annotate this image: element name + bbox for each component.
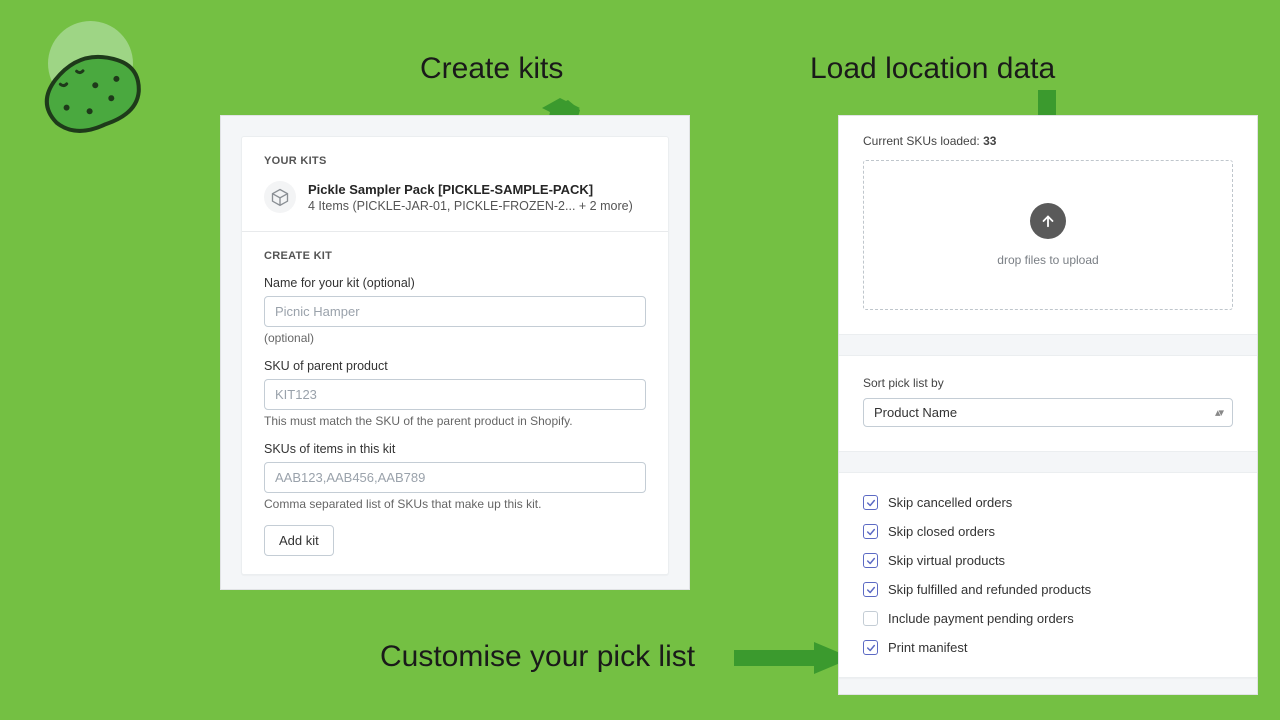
package-icon bbox=[264, 181, 296, 213]
add-kit-button[interactable]: Add kit bbox=[264, 525, 334, 556]
parent-sku-help: This must match the SKU of the parent pr… bbox=[264, 414, 646, 428]
option-row: Print manifest bbox=[863, 640, 1233, 655]
callout-create-kits: Create kits bbox=[420, 52, 563, 86]
item-skus-label: SKUs of items in this kit bbox=[264, 442, 646, 456]
sort-select[interactable]: Product Name ▴▾ bbox=[863, 398, 1233, 427]
kit-name-label: Name for your kit (optional) bbox=[264, 276, 646, 290]
callout-customise: Customise your pick list bbox=[380, 640, 695, 674]
option-label: Print manifest bbox=[888, 640, 967, 655]
kit-row[interactable]: Pickle Sampler Pack [PICKLE-SAMPLE-PACK]… bbox=[264, 181, 646, 213]
checkbox[interactable] bbox=[863, 640, 878, 655]
app-logo bbox=[20, 25, 150, 140]
option-label: Skip fulfilled and refunded products bbox=[888, 582, 1091, 597]
dropzone-text: drop files to upload bbox=[997, 253, 1098, 267]
kit-name-help: (optional) bbox=[264, 331, 646, 345]
checkbox[interactable] bbox=[863, 582, 878, 597]
item-skus-help: Comma separated list of SKUs that make u… bbox=[264, 497, 646, 511]
sort-card: Sort pick list by Product Name ▴▾ bbox=[839, 355, 1257, 452]
checkbox[interactable] bbox=[863, 611, 878, 626]
checkbox[interactable] bbox=[863, 524, 878, 539]
your-kits-heading: YOUR KITS bbox=[264, 155, 646, 167]
sort-label: Sort pick list by bbox=[863, 376, 1233, 390]
upload-card: Current SKUs loaded: 33 drop files to up… bbox=[839, 116, 1257, 335]
option-row: Skip cancelled orders bbox=[863, 495, 1233, 510]
kit-name-input[interactable] bbox=[264, 296, 646, 327]
options-card: Skip cancelled orders Skip closed orders S… bbox=[839, 472, 1257, 678]
create-kit-heading: CREATE KIT bbox=[264, 250, 646, 262]
panel-settings: Current SKUs loaded: 33 drop files to up… bbox=[838, 115, 1258, 695]
option-row: Skip fulfilled and refunded products bbox=[863, 582, 1233, 597]
option-label: Include payment pending orders bbox=[888, 611, 1074, 626]
option-row: Include payment pending orders bbox=[863, 611, 1233, 626]
option-row: Skip closed orders bbox=[863, 524, 1233, 539]
option-label: Skip closed orders bbox=[888, 524, 995, 539]
checkbox[interactable] bbox=[863, 495, 878, 510]
item-skus-input[interactable] bbox=[264, 462, 646, 493]
sku-loaded-line: Current SKUs loaded: 33 bbox=[863, 134, 1233, 148]
parent-sku-input[interactable] bbox=[264, 379, 646, 410]
option-label: Skip cancelled orders bbox=[888, 495, 1012, 510]
chevron-updown-icon: ▴▾ bbox=[1215, 406, 1222, 419]
callout-load-location: Load location data bbox=[810, 52, 1055, 86]
arrow-customise bbox=[734, 638, 854, 678]
kit-title: Pickle Sampler Pack [PICKLE-SAMPLE-PACK] bbox=[308, 182, 633, 197]
checkbox[interactable] bbox=[863, 553, 878, 568]
upload-icon bbox=[1030, 203, 1066, 239]
panel-kits: YOUR KITS Pickle Sampler Pack [PICKLE-SA… bbox=[220, 115, 690, 590]
option-row: Skip virtual products bbox=[863, 553, 1233, 568]
sort-value: Product Name bbox=[874, 405, 957, 420]
option-label: Skip virtual products bbox=[888, 553, 1005, 568]
file-dropzone[interactable]: drop files to upload bbox=[863, 160, 1233, 310]
parent-sku-label: SKU of parent product bbox=[264, 359, 646, 373]
kit-subtitle: 4 Items (PICKLE-JAR-01, PICKLE-FROZEN-2.… bbox=[308, 199, 633, 213]
